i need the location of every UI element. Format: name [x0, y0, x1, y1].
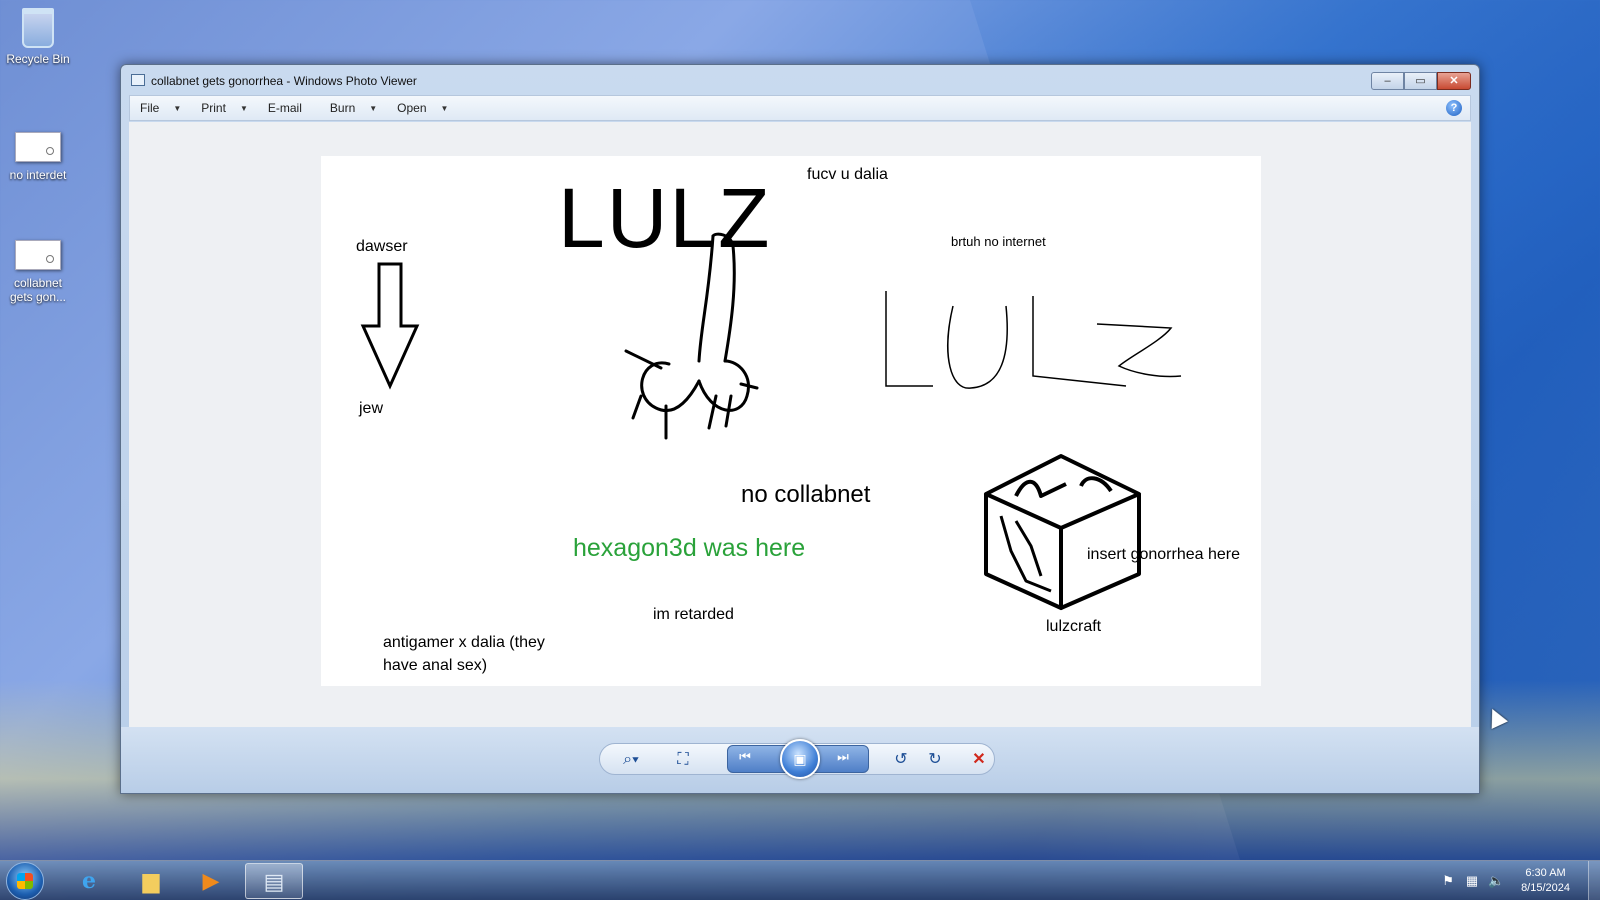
- image-file-icon: [15, 240, 61, 270]
- menu-print-label: Print: [201, 101, 226, 115]
- delete-icon[interactable]: ✕: [967, 749, 991, 771]
- taskbar: e ▆ ▶ ▤ ⚑ ▦ 🔈 6:30 AM 8/15/2024: [0, 860, 1600, 900]
- menu-bar: File ▼ Print ▼ E-mail Burn ▼ Open ▼ ?: [129, 95, 1471, 121]
- handwritten-lulz-drawing: [885, 291, 1182, 389]
- doodle-drawing: [624, 232, 759, 440]
- next-icon[interactable]: ⏭: [831, 749, 855, 765]
- network-icon[interactable]: ▦: [1463, 873, 1481, 889]
- image-file-icon: [15, 132, 61, 162]
- help-icon[interactable]: ?: [1446, 100, 1462, 116]
- show-desktop-button[interactable]: [1588, 861, 1600, 900]
- title-bar[interactable]: collabnet gets gonorrhea - Windows Photo…: [121, 65, 1479, 95]
- viewer-toolbar: ⌕▾ ⛶ ⏮ ▣ ⏭ ↺ ↻ ✕: [121, 727, 1479, 793]
- menu-email-label: E-mail: [267, 101, 302, 115]
- rotate-counterclockwise-icon[interactable]: ↺: [889, 749, 913, 771]
- volume-icon[interactable]: 🔈: [1487, 873, 1505, 889]
- menu-file-label: File: [140, 101, 160, 115]
- slideshow-button[interactable]: ▣: [780, 739, 820, 779]
- window-controls: – ▭ ✕: [1371, 72, 1471, 90]
- internet-explorer-icon[interactable]: e: [60, 863, 118, 899]
- image-viewport[interactable]: LULZ fucv u dalia dawser jew brtuh no in…: [129, 122, 1471, 727]
- desktop-icon-label: no interdet: [9, 168, 67, 182]
- menu-email[interactable]: E-mail: [268, 101, 302, 115]
- close-button[interactable]: ✕: [1437, 72, 1471, 90]
- chevron-down-icon: ▼: [239, 103, 248, 113]
- menu-burn[interactable]: Burn ▼: [330, 101, 377, 115]
- media-player-icon[interactable]: ▶: [182, 863, 240, 899]
- menu-open-label: Open: [397, 101, 427, 115]
- recycle-bin-icon: [22, 8, 54, 48]
- file-explorer-icon[interactable]: ▆: [122, 863, 180, 899]
- rotate-clockwise-icon[interactable]: ↻: [923, 749, 947, 771]
- previous-icon[interactable]: ⏮: [733, 749, 757, 765]
- minimize-button[interactable]: –: [1371, 72, 1404, 90]
- menu-file[interactable]: File ▼: [140, 101, 181, 115]
- chevron-down-icon: ▼: [173, 103, 182, 113]
- desktop-icon-label: Recycle Bin: [6, 52, 70, 66]
- displayed-photo: LULZ fucv u dalia dawser jew brtuh no in…: [321, 156, 1261, 686]
- cube-drawing: [984, 454, 1141, 610]
- clock[interactable]: 6:30 AM 8/15/2024: [1521, 866, 1570, 896]
- maximize-button[interactable]: ▭: [1404, 72, 1437, 90]
- chevron-down-icon: ▼: [440, 103, 449, 113]
- action-center-flag-icon[interactable]: ⚑: [1439, 873, 1457, 889]
- window-title: collabnet gets gonorrhea - Windows Photo…: [151, 74, 417, 88]
- chevron-down-icon: ▼: [369, 103, 378, 113]
- start-button[interactable]: [6, 862, 44, 900]
- actual-size-icon[interactable]: ⛶: [671, 749, 695, 771]
- desktop-icon-no-interdet[interactable]: no interdet: [0, 128, 76, 182]
- down-arrow-drawing: [360, 262, 420, 390]
- photo-viewer-icon: [131, 74, 145, 86]
- clock-time: 6:30 AM: [1525, 867, 1566, 879]
- clock-date: 8/15/2024: [1521, 882, 1570, 894]
- menu-burn-label: Burn: [329, 101, 356, 115]
- system-tray: ⚑ ▦ 🔈 6:30 AM 8/15/2024: [1439, 861, 1600, 900]
- menu-open[interactable]: Open ▼: [397, 101, 448, 115]
- desktop-icon-recycle-bin[interactable]: Recycle Bin: [0, 8, 76, 66]
- photo-viewer-window: collabnet gets gonorrhea - Windows Photo…: [120, 64, 1480, 794]
- menu-print[interactable]: Print ▼: [201, 101, 248, 115]
- photo-viewer-taskbar-icon[interactable]: ▤: [245, 863, 303, 899]
- desktop-icon-collabnet[interactable]: collabnet gets gon...: [0, 236, 76, 304]
- desktop-icon-label: collabnet gets gon...: [9, 276, 67, 304]
- photo-drawings: [360, 232, 1182, 610]
- zoom-icon[interactable]: ⌕▾: [619, 749, 643, 771]
